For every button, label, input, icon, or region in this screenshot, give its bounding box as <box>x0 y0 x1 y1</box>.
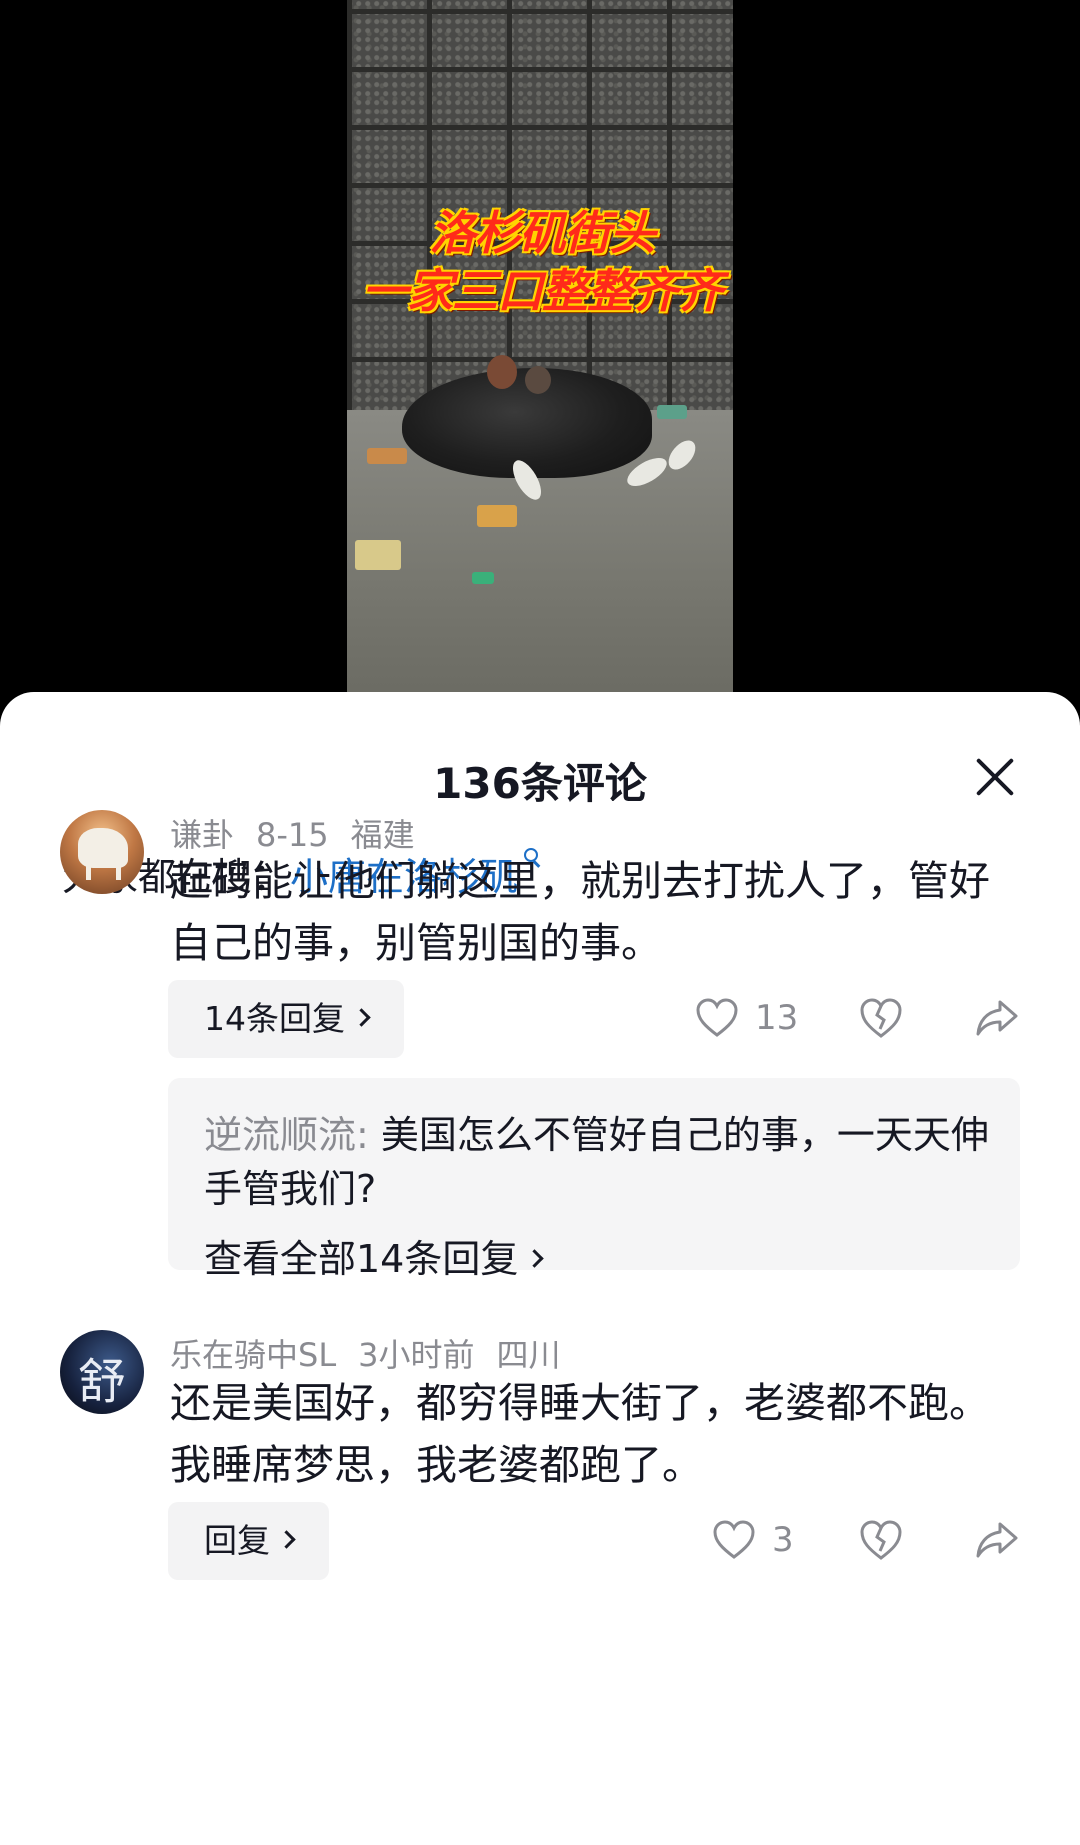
broken-heart-icon[interactable] <box>858 1518 904 1562</box>
view-replies-button[interactable]: 14条回复 <box>168 980 404 1058</box>
avatar[interactable]: 舒 <box>60 1330 144 1414</box>
sub-reply-box: 逆流顺流: 美国怎么不管好自己的事，一天天伸手管我们? 查看全部14条回复 <box>168 1078 1020 1281</box>
comment-sheet: 136条评论 大家都在搜：小唐在洛杉矶 谦卦 8-15 福建 起码能让他们躺这里，就… <box>0 692 1080 1845</box>
avatar-glyph: 舒 <box>77 1354 126 1410</box>
comment-location: 四川 <box>496 1336 561 1374</box>
comment-text: 起码能让他们躺这里，就别去打扰人了，管好自己的事，别管别国的事。 <box>170 857 990 967</box>
comment-date: 3小时前 <box>358 1336 475 1374</box>
comment-location: 福建 <box>350 816 415 854</box>
video-player[interactable]: 洛杉矶街头 一家三口整整齐齐 <box>0 0 1080 700</box>
heart-icon <box>696 998 738 1037</box>
heart-icon <box>713 1520 755 1559</box>
comment-username[interactable]: 乐在骑中SL <box>170 1336 336 1374</box>
reply-button[interactable]: 回复 <box>168 1502 329 1580</box>
video-frame: 洛杉矶街头 一家三口整整齐齐 <box>347 0 733 700</box>
person-head <box>487 355 517 389</box>
chevron-right-icon <box>352 1008 371 1027</box>
broken-heart-icon[interactable] <box>858 996 904 1040</box>
comment-count-title: 136条评论 <box>433 759 647 808</box>
video-overlay-subtitle: 一家三口整整齐齐 <box>362 264 723 318</box>
video-overlay-title: 洛杉矶街头 <box>429 206 656 260</box>
comment-date: 8-15 <box>256 816 329 854</box>
sheet-header: 136条评论 <box>0 692 1080 808</box>
like-count: 3 <box>772 1520 794 1560</box>
like-count: 13 <box>755 998 799 1038</box>
litter <box>472 572 494 584</box>
chevron-right-icon <box>277 1530 296 1549</box>
avatar[interactable] <box>60 810 144 894</box>
share-icon[interactable] <box>974 996 1020 1040</box>
share-icon[interactable] <box>974 1518 1020 1562</box>
sub-reply-text: 逆流顺流: 美国怎么不管好自己的事，一天天伸手管我们? <box>204 1113 989 1211</box>
comment-meta: 乐在骑中SL 3小时前 四川 <box>170 1330 583 1376</box>
view-all-replies-link[interactable]: 查看全部14条回复 <box>204 1228 545 1283</box>
close-icon[interactable] <box>970 752 1020 802</box>
litter <box>367 448 407 464</box>
litter <box>355 540 401 570</box>
person-head <box>525 366 551 394</box>
litter <box>657 405 687 419</box>
chevron-right-icon <box>525 1249 545 1268</box>
like-button[interactable]: 13 <box>695 994 805 1044</box>
comment-username[interactable]: 谦卦 <box>170 816 234 854</box>
comment-actions: 13 <box>680 984 1020 1054</box>
litter <box>477 505 517 527</box>
comment-text: 还是美国好，都穷得睡大街了，老婆都不跑。我睡席梦思，我老婆都跑了。 <box>170 1379 990 1489</box>
like-button[interactable]: 3 <box>712 1516 822 1566</box>
sub-reply-username[interactable]: 逆流顺流 <box>204 1113 356 1157</box>
comment-actions: 3 <box>680 1506 1020 1576</box>
